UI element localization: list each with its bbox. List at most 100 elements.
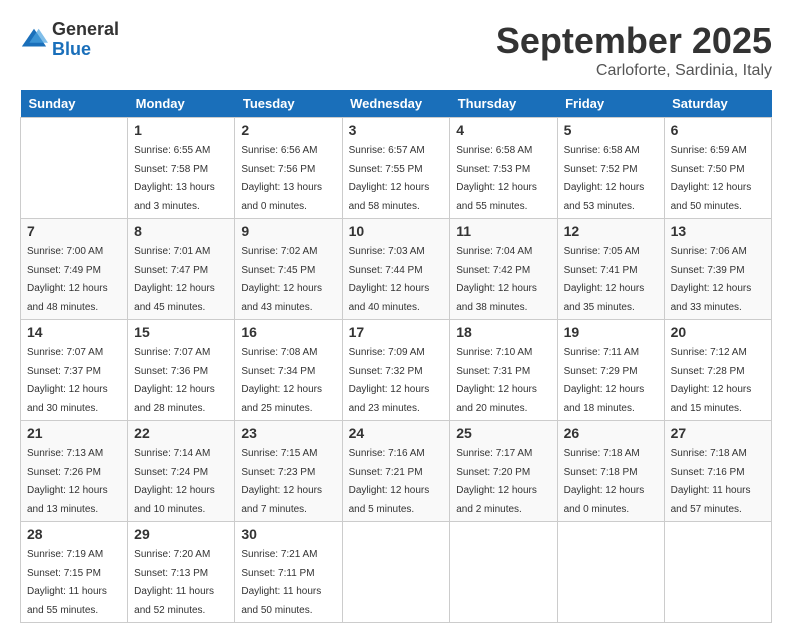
calendar-cell: 30 Sunrise: 7:21 AMSunset: 7:11 PMDayligh… <box>235 522 342 623</box>
calendar-cell: 16Sunrise: 7:08 AMSunset: 7:34 PMDayligh… <box>235 320 342 421</box>
day-info: Sunrise: 7:00 AMSunset: 7:49 PMDaylight:… <box>27 246 108 313</box>
day-number: 20 <box>671 324 765 340</box>
day-header-sunday: Sunday <box>21 90 128 118</box>
day-number: 21 <box>27 425 121 441</box>
day-number: 13 <box>671 223 765 239</box>
day-info: Sunrise: 6:55 AMSunset: 7:58 PMDaylight:… <box>134 145 215 212</box>
day-info: Sunrise: 7:18 AMSunset: 7:16 PMDaylight:… <box>671 448 751 515</box>
day-number: 6 <box>671 122 765 138</box>
day-info: Sunrise: 7:10 AMSunset: 7:31 PMDaylight:… <box>456 347 537 414</box>
calendar-cell: 6 Sunrise: 6:59 AMSunset: 7:50 PMDaylight… <box>664 118 771 219</box>
day-info: Sunrise: 7:02 AMSunset: 7:45 PMDaylight:… <box>241 246 322 313</box>
calendar-cell: 27Sunrise: 7:18 AMSunset: 7:16 PMDayligh… <box>664 421 771 522</box>
calendar-cell <box>450 522 557 623</box>
calendar-cell: 9 Sunrise: 7:02 AMSunset: 7:45 PMDaylight… <box>235 219 342 320</box>
day-number: 4 <box>456 122 550 138</box>
day-info: Sunrise: 7:15 AMSunset: 7:23 PMDaylight:… <box>241 448 322 515</box>
logo-text: General Blue <box>52 20 119 60</box>
calendar-cell <box>557 522 664 623</box>
day-header-tuesday: Tuesday <box>235 90 342 118</box>
calendar-cell: 4Sunrise: 6:58 AMSunset: 7:53 PMDaylight… <box>450 118 557 219</box>
header-row: SundayMondayTuesdayWednesdayThursdayFrid… <box>21 90 772 118</box>
day-number: 24 <box>349 425 444 441</box>
day-info: Sunrise: 7:01 AMSunset: 7:47 PMDaylight:… <box>134 246 215 313</box>
day-info: Sunrise: 7:20 AMSunset: 7:13 PMDaylight:… <box>134 549 214 616</box>
day-number: 2 <box>241 122 335 138</box>
calendar-cell: 14 Sunrise: 7:07 AMSunset: 7:37 PMDayligh… <box>21 320 128 421</box>
calendar-week-1: 1 Sunrise: 6:55 AMSunset: 7:58 PMDaylight… <box>21 118 772 219</box>
day-info: Sunrise: 7:17 AMSunset: 7:20 PMDaylight:… <box>456 448 537 515</box>
day-number: 1 <box>134 122 228 138</box>
logo-general: General <box>52 20 119 40</box>
day-number: 16 <box>241 324 335 340</box>
calendar-cell: 19 Sunrise: 7:11 AMSunset: 7:29 PMDayligh… <box>557 320 664 421</box>
calendar-cell: 20Sunrise: 7:12 AMSunset: 7:28 PMDayligh… <box>664 320 771 421</box>
calendar-cell: 21Sunrise: 7:13 AMSunset: 7:26 PMDayligh… <box>21 421 128 522</box>
calendar-week-4: 21Sunrise: 7:13 AMSunset: 7:26 PMDayligh… <box>21 421 772 522</box>
day-info: Sunrise: 6:58 AMSunset: 7:52 PMDaylight:… <box>564 145 645 212</box>
location-subtitle: Carloforte, Sardinia, Italy <box>496 62 772 80</box>
day-header-saturday: Saturday <box>664 90 771 118</box>
day-number: 25 <box>456 425 550 441</box>
day-number: 29 <box>134 526 228 542</box>
day-number: 10 <box>349 223 444 239</box>
day-number: 7 <box>27 223 121 239</box>
day-info: Sunrise: 7:07 AMSunset: 7:37 PMDaylight:… <box>27 347 108 414</box>
day-info: Sunrise: 7:06 AMSunset: 7:39 PMDaylight:… <box>671 246 752 313</box>
day-number: 28 <box>27 526 121 542</box>
logo: General Blue <box>20 20 119 60</box>
day-info: Sunrise: 7:18 AMSunset: 7:18 PMDaylight:… <box>564 448 645 515</box>
day-info: Sunrise: 7:09 AMSunset: 7:32 PMDaylight:… <box>349 347 430 414</box>
calendar-table: SundayMondayTuesdayWednesdayThursdayFrid… <box>20 90 772 623</box>
calendar-cell: 25 Sunrise: 7:17 AMSunset: 7:20 PMDayligh… <box>450 421 557 522</box>
day-number: 14 <box>27 324 121 340</box>
day-number: 8 <box>134 223 228 239</box>
calendar-cell: 22 Sunrise: 7:14 AMSunset: 7:24 PMDayligh… <box>128 421 235 522</box>
calendar-cell: 26Sunrise: 7:18 AMSunset: 7:18 PMDayligh… <box>557 421 664 522</box>
day-info: Sunrise: 7:03 AMSunset: 7:44 PMDaylight:… <box>349 246 430 313</box>
day-info: Sunrise: 7:14 AMSunset: 7:24 PMDaylight:… <box>134 448 215 515</box>
calendar-cell: 10 Sunrise: 7:03 AMSunset: 7:44 PMDayligh… <box>342 219 450 320</box>
day-info: Sunrise: 7:19 AMSunset: 7:15 PMDaylight:… <box>27 549 107 616</box>
day-number: 5 <box>564 122 658 138</box>
day-info: Sunrise: 6:57 AMSunset: 7:55 PMDaylight:… <box>349 145 430 212</box>
day-number: 9 <box>241 223 335 239</box>
calendar-cell: 8 Sunrise: 7:01 AMSunset: 7:47 PMDaylight… <box>128 219 235 320</box>
calendar-cell: 17 Sunrise: 7:09 AMSunset: 7:32 PMDayligh… <box>342 320 450 421</box>
calendar-cell <box>342 522 450 623</box>
calendar-cell <box>21 118 128 219</box>
calendar-cell: 29 Sunrise: 7:20 AMSunset: 7:13 PMDayligh… <box>128 522 235 623</box>
day-info: Sunrise: 6:59 AMSunset: 7:50 PMDaylight:… <box>671 145 752 212</box>
day-number: 11 <box>456 223 550 239</box>
day-number: 17 <box>349 324 444 340</box>
logo-blue: Blue <box>52 40 119 60</box>
day-info: Sunrise: 7:21 AMSunset: 7:11 PMDaylight:… <box>241 549 321 616</box>
calendar-cell: 13 Sunrise: 7:06 AMSunset: 7:39 PMDayligh… <box>664 219 771 320</box>
day-number: 12 <box>564 223 658 239</box>
day-number: 30 <box>241 526 335 542</box>
page-header: General Blue September 2025 Carloforte, … <box>20 20 772 80</box>
day-info: Sunrise: 7:05 AMSunset: 7:41 PMDaylight:… <box>564 246 645 313</box>
calendar-cell: 15Sunrise: 7:07 AMSunset: 7:36 PMDayligh… <box>128 320 235 421</box>
day-header-wednesday: Wednesday <box>342 90 450 118</box>
day-info: Sunrise: 7:11 AMSunset: 7:29 PMDaylight:… <box>564 347 645 414</box>
calendar-cell: 24Sunrise: 7:16 AMSunset: 7:21 PMDayligh… <box>342 421 450 522</box>
calendar-cell: 7 Sunrise: 7:00 AMSunset: 7:49 PMDaylight… <box>21 219 128 320</box>
calendar-cell: 3Sunrise: 6:57 AMSunset: 7:55 PMDaylight… <box>342 118 450 219</box>
calendar-cell: 5 Sunrise: 6:58 AMSunset: 7:52 PMDaylight… <box>557 118 664 219</box>
calendar-cell <box>664 522 771 623</box>
month-title: September 2025 <box>496 20 772 62</box>
calendar-cell: 11 Sunrise: 7:04 AMSunset: 7:42 PMDayligh… <box>450 219 557 320</box>
day-number: 22 <box>134 425 228 441</box>
calendar-week-3: 14 Sunrise: 7:07 AMSunset: 7:37 PMDayligh… <box>21 320 772 421</box>
day-header-thursday: Thursday <box>450 90 557 118</box>
day-number: 19 <box>564 324 658 340</box>
calendar-cell: 1 Sunrise: 6:55 AMSunset: 7:58 PMDaylight… <box>128 118 235 219</box>
logo-icon <box>20 26 48 54</box>
calendar-week-5: 28 Sunrise: 7:19 AMSunset: 7:15 PMDayligh… <box>21 522 772 623</box>
title-block: September 2025 Carloforte, Sardinia, Ita… <box>496 20 772 80</box>
day-info: Sunrise: 7:04 AMSunset: 7:42 PMDaylight:… <box>456 246 537 313</box>
day-info: Sunrise: 6:56 AMSunset: 7:56 PMDaylight:… <box>241 145 322 212</box>
day-number: 15 <box>134 324 228 340</box>
calendar-week-2: 7 Sunrise: 7:00 AMSunset: 7:49 PMDaylight… <box>21 219 772 320</box>
